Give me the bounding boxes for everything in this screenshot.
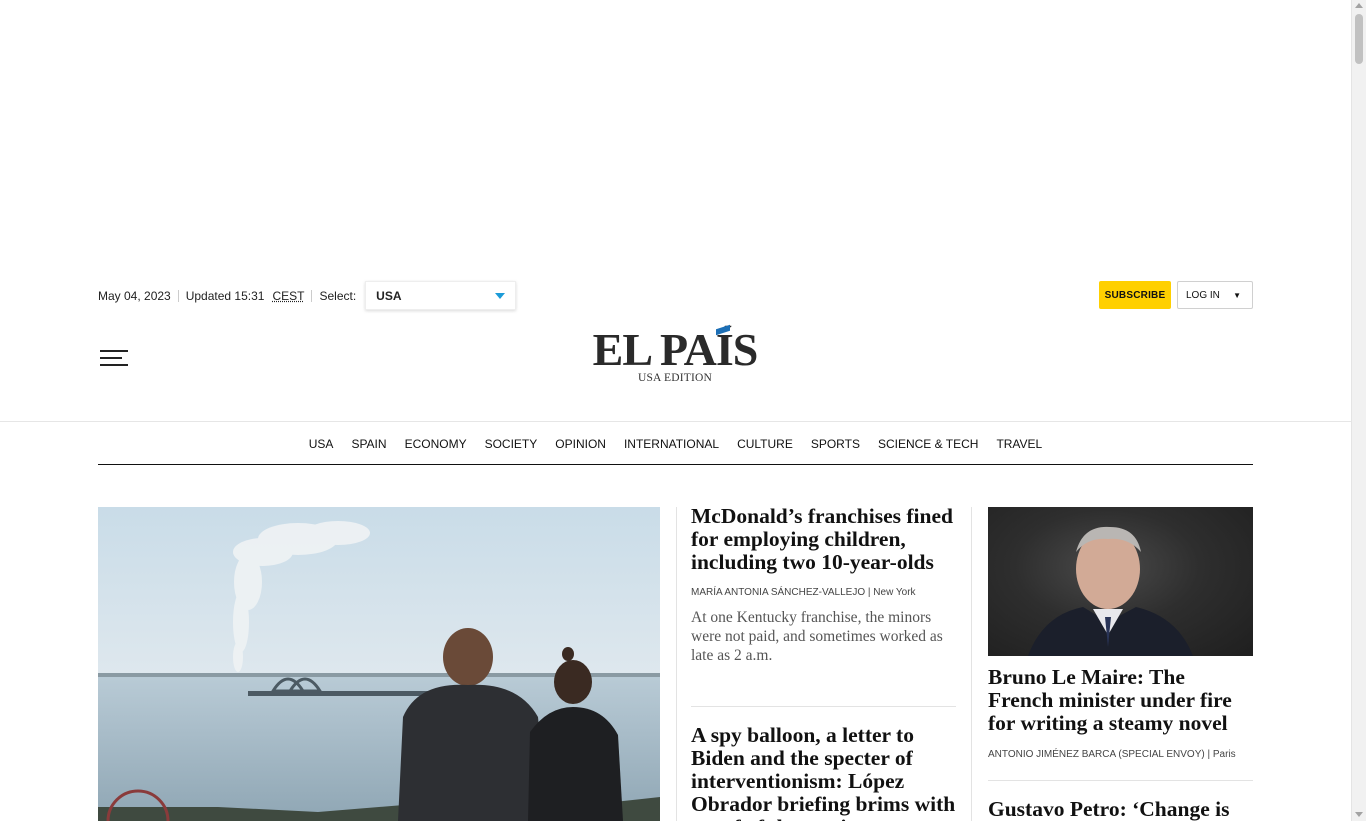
nav-item-spain[interactable]: SPAIN	[351, 437, 386, 451]
author-link[interactable]: ANTONIO JIMÉNEZ BARCA (SPECIAL ENVOY)	[988, 749, 1205, 760]
story-location: | New York	[867, 587, 916, 598]
logo-wordmark: EL PAÍS	[592, 324, 758, 375]
edition-bar: May 04, 2023 Updated 15:31 CEST Select: …	[98, 281, 1253, 310]
story-byline: MARÍA ANTONIA SÁNCHEZ-VALLEJO | New York	[691, 587, 956, 598]
story-summary: At one Kentucky franchise, the minors we…	[691, 609, 943, 664]
nav-item-culture[interactable]: CULTURE	[737, 437, 793, 451]
login-label: LOG IN	[1186, 289, 1220, 301]
nav-item-science-tech[interactable]: SCIENCE & TECH	[878, 437, 978, 451]
story-headline[interactable]: McDonald’s franchises fined for employin…	[691, 505, 956, 574]
story-location: | Paris	[1207, 749, 1236, 760]
scroll-down-arrow-icon[interactable]	[1355, 812, 1363, 817]
story-mcdonalds: McDonald’s franchises fined for employin…	[691, 505, 956, 665]
nav-item-opinion[interactable]: OPINION	[555, 437, 606, 451]
nav-item-travel[interactable]: TRAVEL	[996, 437, 1042, 451]
hamburger-menu-icon[interactable]	[100, 348, 128, 368]
column-divider	[971, 507, 972, 821]
story-image-bruno-le-maire[interactable]	[988, 507, 1253, 656]
nav-item-usa[interactable]: USA	[309, 437, 334, 451]
story-gustavo-petro: Gustavo Petro: ‘Change is	[988, 798, 1253, 821]
story-headline[interactable]: A spy balloon, a letter to Biden and the…	[691, 724, 956, 821]
advertisement-space	[0, 0, 1351, 262]
divider	[177, 289, 179, 302]
nav-item-society[interactable]: SOCIETY	[485, 437, 538, 451]
updated-time: Updated 15:31	[185, 288, 265, 303]
nav-item-international[interactable]: INTERNATIONAL	[624, 437, 719, 451]
edition-select[interactable]: USA	[365, 281, 517, 310]
story-spy-balloon: A spy balloon, a letter to Biden and the…	[691, 724, 956, 821]
nav-item-sports[interactable]: SPORTS	[811, 437, 860, 451]
current-date: May 04, 2023	[98, 288, 171, 303]
edition-select-value: USA	[376, 288, 402, 303]
caret-down-icon: ▼	[1233, 291, 1241, 300]
scrollbar-thumb[interactable]	[1355, 14, 1363, 64]
select-label: Select:	[319, 288, 357, 303]
page-scrollbar[interactable]	[1351, 0, 1366, 821]
site-logo[interactable]: EL PAÍS USA EDITION	[578, 324, 772, 388]
section-nav: USA SPAIN ECONOMY SOCIETY OPINION INTERN…	[98, 422, 1253, 465]
column-divider	[676, 507, 677, 821]
divider	[988, 780, 1253, 781]
divider	[98, 464, 1253, 465]
lead-story-image[interactable]	[98, 507, 660, 821]
subscribe-button[interactable]: SUBSCRIBE	[1099, 281, 1171, 309]
timezone: CEST	[272, 288, 305, 303]
divider	[311, 289, 313, 302]
story-headline[interactable]: Gustavo Petro: ‘Change is	[988, 798, 1253, 821]
story-byline: ANTONIO JIMÉNEZ BARCA (SPECIAL ENVOY) | …	[988, 749, 1253, 760]
divider	[691, 706, 956, 707]
author-link[interactable]: MARÍA ANTONIA SÁNCHEZ-VALLEJO	[691, 587, 865, 598]
chevron-down-icon	[495, 293, 506, 299]
nav-item-economy[interactable]: ECONOMY	[405, 437, 467, 451]
scroll-up-arrow-icon[interactable]	[1355, 3, 1363, 8]
story-bruno-le-maire: Bruno Le Maire: The French minister unde…	[988, 666, 1253, 761]
login-button[interactable]: LOG IN ▼	[1177, 281, 1253, 309]
story-headline[interactable]: Bruno Le Maire: The French minister unde…	[988, 666, 1253, 735]
